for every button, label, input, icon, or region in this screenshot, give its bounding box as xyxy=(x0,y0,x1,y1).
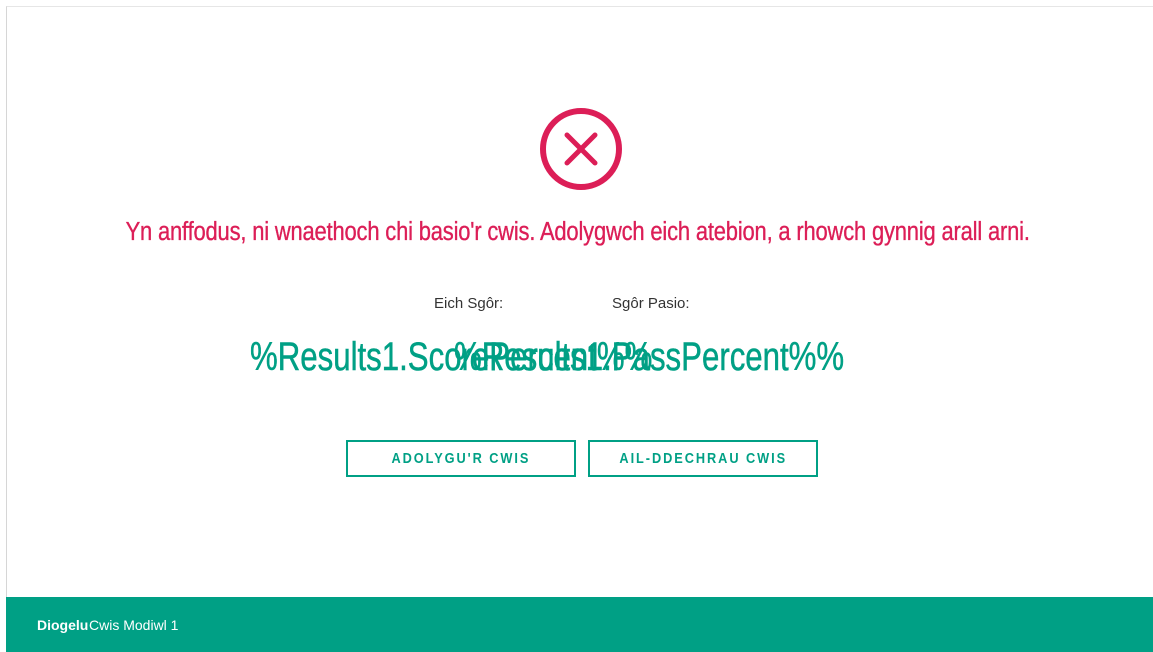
footer-bar: Diogelu Cwis Modiwl 1 xyxy=(6,597,1153,652)
review-quiz-button[interactable]: ADOLYGU'R CWIS xyxy=(346,440,576,477)
your-score-label: Eich Sgôr: xyxy=(434,295,504,312)
pass-score-value: %Results1.PassPercent%% xyxy=(454,335,845,380)
pass-score-label: Sgôr Pasio: xyxy=(612,295,690,312)
quiz-result-slide xyxy=(6,6,1153,652)
footer-brand: Diogelu xyxy=(37,617,89,633)
footer-course-title: Cwis Modiwl 1 xyxy=(89,617,179,633)
result-message: Yn anffodus, ni wnaethoch chi basio'r cw… xyxy=(125,218,1030,246)
close-circle-icon xyxy=(540,108,622,190)
restart-quiz-button[interactable]: AIL-DDECHRAU CWIS xyxy=(588,440,818,477)
review-quiz-button-label: ADOLYGU'R CWIS xyxy=(391,450,531,467)
restart-quiz-button-label: AIL-DDECHRAU CWIS xyxy=(619,450,787,467)
